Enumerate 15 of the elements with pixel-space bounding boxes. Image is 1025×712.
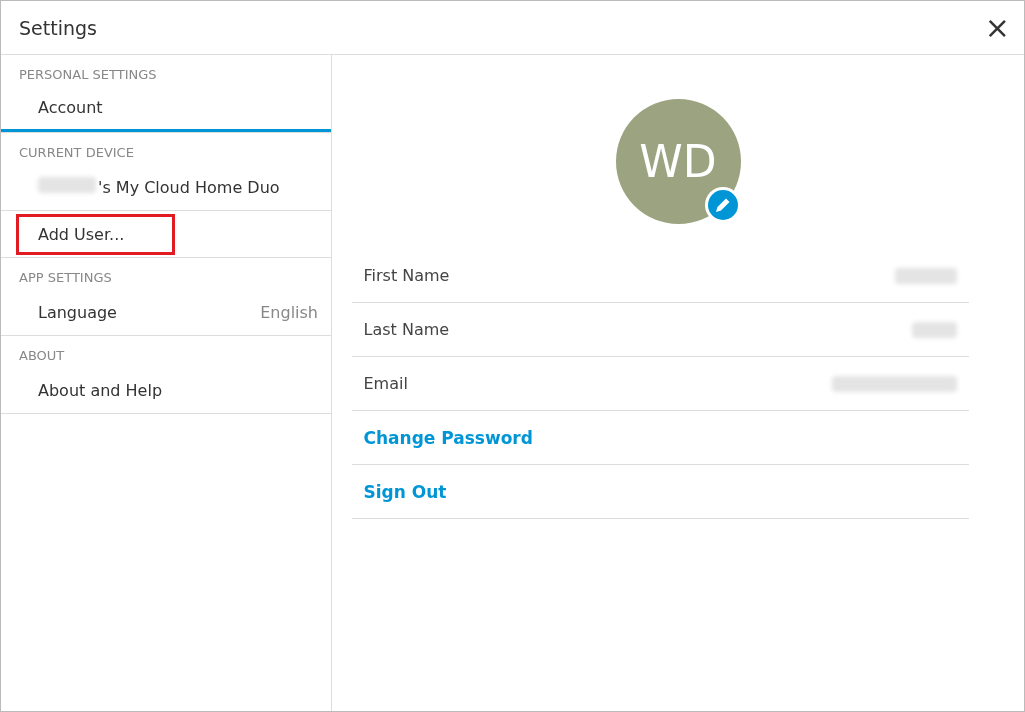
sidebar-item[interactable]: About and Help [1,367,331,413]
close-button[interactable]: × [980,12,1014,43]
field-label: Email [363,374,408,393]
sidebar-item[interactable]: Account [1,86,331,132]
field-label: First Name [363,266,450,285]
sidebar-item[interactable]: 's My Cloud Home Duo [1,164,331,210]
item-value: English [260,302,318,322]
window-title: Settings [19,16,97,39]
section-heading: APP SETTINGS [18,269,113,287]
sidebar-item[interactable]: Add User... [1,211,331,257]
section-heading: CURRENT DEVICE [18,144,135,162]
section-heading: ABOUT [18,347,66,365]
field-label: Last Name [363,320,450,339]
section-heading: PERSONAL SETTINGS [18,66,158,84]
sidebar-item[interactable]: Language English [1,289,331,335]
